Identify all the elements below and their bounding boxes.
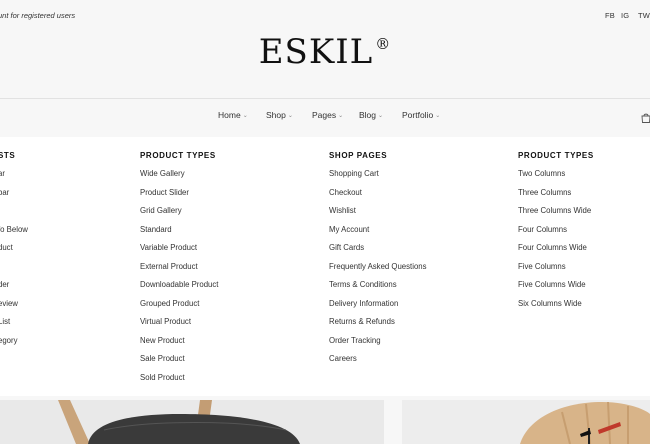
nav-item-portfolio[interactable]: Portfolio ⌄ xyxy=(402,110,440,120)
registered-mark: ® xyxy=(375,34,392,53)
chevron-down-icon: ⌄ xyxy=(435,113,441,119)
menu-link[interactable]: List xyxy=(0,317,28,336)
menu-link[interactable]: Frequently Asked Questions xyxy=(329,262,427,281)
nav-item-label: Portfolio xyxy=(402,110,434,120)
chevron-down-icon: ⌄ xyxy=(338,113,344,119)
mega-menu-column-shop-layouts: PRODUCT TYPES Two Columns Three Columns … xyxy=(518,151,594,317)
menu-link[interactable]: ar xyxy=(0,169,28,188)
menu-link[interactable] xyxy=(0,206,28,225)
menu-link[interactable]: Wide Gallery xyxy=(140,169,218,188)
menu-link[interactable]: egory xyxy=(0,336,28,355)
nav-item-label: Pages xyxy=(312,110,337,120)
menu-link[interactable]: Returns & Refunds xyxy=(329,317,427,336)
menu-link[interactable]: Sold Product xyxy=(140,373,218,392)
nav-item-label: Blog xyxy=(359,110,377,120)
nav-item-blog[interactable]: Blog ⌄ xyxy=(359,110,383,120)
header-divider xyxy=(0,98,650,99)
menu-link[interactable]: duct xyxy=(0,243,28,262)
menu-link[interactable]: Product Slider xyxy=(140,188,218,207)
menu-link[interactable]: Grouped Product xyxy=(140,299,218,318)
menu-link[interactable]: Shopping Cart xyxy=(329,169,427,188)
menu-link[interactable]: Gift Cards xyxy=(329,243,427,262)
menu-link[interactable] xyxy=(0,262,28,281)
top-bar: unt for registered users FB IG TW xyxy=(0,0,650,30)
promo-text: unt for registered users xyxy=(0,11,76,20)
column-title: PRODUCT TYPES xyxy=(518,151,594,160)
mega-menu: STS ar bar fo Below duct der eview List … xyxy=(0,137,650,396)
menu-link[interactable]: Two Columns xyxy=(518,169,594,188)
menu-link[interactable]: Four Columns Wide xyxy=(518,243,594,262)
mega-menu-column-lists: STS ar bar fo Below duct der eview List … xyxy=(0,151,28,354)
menu-link[interactable]: eview xyxy=(0,299,28,318)
nav-item-pages[interactable]: Pages ⌄ xyxy=(312,110,343,120)
mega-menu-column-shop-pages: SHOP PAGES Shopping Cart Checkout Wishli… xyxy=(329,151,427,373)
nav-item-label: Shop xyxy=(266,110,286,120)
menu-link[interactable]: Order Tracking xyxy=(329,336,427,355)
menu-link[interactable]: Virtual Product xyxy=(140,317,218,336)
menu-link[interactable]: Three Columns xyxy=(518,188,594,207)
column-title: SHOP PAGES xyxy=(329,151,388,160)
menu-link[interactable]: Careers xyxy=(329,354,427,373)
shopping-bag-icon[interactable] xyxy=(641,110,650,123)
menu-link[interactable]: Standard xyxy=(140,225,218,244)
menu-link[interactable]: Downloadable Product xyxy=(140,280,218,299)
column-title: PRODUCT TYPES xyxy=(140,151,216,160)
site-logo[interactable]: ESKIL ® xyxy=(0,32,650,72)
menu-link[interactable]: der xyxy=(0,280,28,299)
menu-link[interactable]: Variable Product xyxy=(140,243,218,262)
nav-item-shop[interactable]: Shop ⌄ xyxy=(266,110,293,120)
menu-link[interactable]: bar xyxy=(0,188,28,207)
menu-link[interactable]: Five Columns xyxy=(518,262,594,281)
menu-link[interactable]: New Product xyxy=(140,336,218,355)
menu-link[interactable]: External Product xyxy=(140,262,218,281)
menu-link[interactable]: Terms & Conditions xyxy=(329,280,427,299)
social-link-tw[interactable]: TW xyxy=(638,11,650,20)
column-title: STS xyxy=(0,151,16,160)
menu-link[interactable]: Four Columns xyxy=(518,225,594,244)
menu-link[interactable]: Sale Product xyxy=(140,354,218,373)
social-link-fb[interactable]: FB xyxy=(605,11,615,20)
main-nav: Home ⌄ Shop ⌄ Pages ⌄ Blog ⌄ Portfolio ⌄ xyxy=(0,110,650,124)
menu-link[interactable]: Six Columns Wide xyxy=(518,299,594,318)
menu-link[interactable]: fo Below xyxy=(0,225,28,244)
menu-link[interactable]: My Account xyxy=(329,225,427,244)
product-image-stool[interactable] xyxy=(0,400,384,444)
chevron-down-icon: ⌄ xyxy=(242,113,248,119)
nav-item-label: Home xyxy=(218,110,241,120)
logo-text: ESKIL xyxy=(258,32,374,72)
nav-item-home[interactable]: Home ⌄ xyxy=(218,110,248,120)
chevron-down-icon: ⌄ xyxy=(378,113,384,119)
chevron-down-icon: ⌄ xyxy=(287,113,293,119)
social-link-ig[interactable]: IG xyxy=(621,11,629,20)
menu-link[interactable]: Wishlist xyxy=(329,206,427,225)
menu-link[interactable]: Three Columns Wide xyxy=(518,206,594,225)
product-image-clock[interactable] xyxy=(402,400,650,444)
menu-link[interactable]: Delivery Information xyxy=(329,299,427,318)
menu-link[interactable]: Checkout xyxy=(329,188,427,207)
menu-link[interactable]: Five Columns Wide xyxy=(518,280,594,299)
mega-menu-column-product-types: PRODUCT TYPES Wide Gallery Product Slide… xyxy=(140,151,218,391)
menu-link[interactable]: Grid Gallery xyxy=(140,206,218,225)
